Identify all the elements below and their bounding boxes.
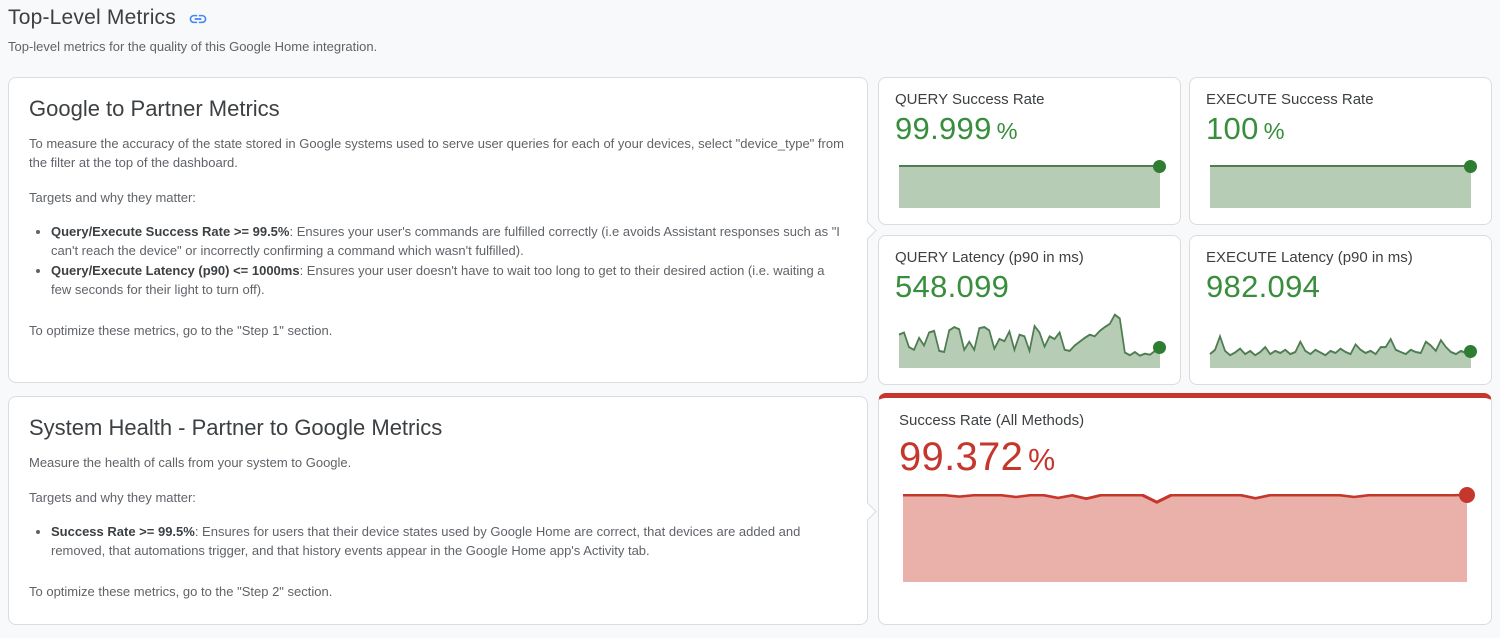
metric-unit: % <box>1264 118 1285 144</box>
left-column: Google to Partner Metrics To measure the… <box>8 77 868 625</box>
sparkline-endpoint-dot <box>1153 160 1166 173</box>
metric-value: 99.999% <box>895 111 1164 147</box>
page-header: Top-Level Metrics Top-level metrics for … <box>8 6 1492 54</box>
metric-title: QUERY Latency (p90 in ms) <box>895 249 1164 266</box>
metric-title: EXECUTE Latency (p90 in ms) <box>1206 249 1475 266</box>
targets-label: Targets and why they matter: <box>29 488 847 507</box>
metric-value: 548.099 <box>895 269 1164 305</box>
metric-unit: % <box>1028 443 1055 477</box>
google-to-partner-card: Google to Partner Metrics To measure the… <box>8 77 868 383</box>
query-success-rate-card: QUERY Success Rate 99.999% <box>878 77 1181 225</box>
bullet-item: Success Rate >= 99.5%: Ensures for users… <box>51 522 847 560</box>
execute-success-rate-card: EXECUTE Success Rate 100% <box>1189 77 1492 225</box>
page-title: Top-Level Metrics <box>8 6 176 30</box>
metric-value: 982.094 <box>1206 269 1475 305</box>
sparkline-chart[interactable] <box>903 492 1467 582</box>
metric-title: EXECUTE Success Rate <box>1206 91 1475 108</box>
sparkline-endpoint-dot <box>1464 160 1477 173</box>
footer-text: To optimize these metrics, go to the "St… <box>29 582 847 601</box>
bullet-item: Query/Execute Success Rate >= 99.5%: Ens… <box>51 222 847 260</box>
query-latency-card: QUERY Latency (p90 in ms) 548.099 <box>878 235 1181 385</box>
targets-bullet-list: Success Rate >= 99.5%: Ensures for users… <box>29 522 847 560</box>
bullet-item: Query/Execute Latency (p90) <= 1000ms: E… <box>51 261 847 299</box>
execute-latency-card: EXECUTE Latency (p90 in ms) 982.094 <box>1189 235 1492 385</box>
card-title: System Health - Partner to Google Metric… <box>29 415 847 441</box>
sparkline-endpoint-dot <box>1464 345 1477 358</box>
metric-value: 100% <box>1206 111 1475 147</box>
intro-text: Measure the health of calls from your sy… <box>29 453 847 472</box>
sparkline-chart[interactable] <box>1210 310 1471 368</box>
sparkline-chart[interactable] <box>899 164 1160 208</box>
intro-text: To measure the accuracy of the state sto… <box>29 134 847 172</box>
metric-value: 99.372% <box>899 435 1471 480</box>
success-rate-all-methods-card: Success Rate (All Methods) 99.372% <box>878 393 1492 625</box>
targets-label: Targets and why they matter: <box>29 188 847 207</box>
metric-title: Success Rate (All Methods) <box>899 412 1471 429</box>
page-subtitle: Top-level metrics for the quality of thi… <box>8 39 1492 54</box>
metric-title: QUERY Success Rate <box>895 91 1164 108</box>
metric-unit: % <box>997 118 1018 144</box>
sparkline-chart[interactable] <box>899 310 1160 368</box>
sparkline-endpoint-dot <box>1459 487 1475 503</box>
sparkline-chart[interactable] <box>1210 164 1471 208</box>
anchor-link-icon[interactable] <box>188 9 208 29</box>
card-title: Google to Partner Metrics <box>29 96 847 122</box>
system-health-card: System Health - Partner to Google Metric… <box>8 396 868 625</box>
sparkline-endpoint-dot <box>1153 341 1166 354</box>
right-column: QUERY Success Rate 99.999% EXECUTE Succe… <box>878 77 1492 625</box>
targets-bullet-list: Query/Execute Success Rate >= 99.5%: Ens… <box>29 222 847 299</box>
dashboard-content: Google to Partner Metrics To measure the… <box>8 77 1492 625</box>
footer-text: To optimize these metrics, go to the "St… <box>29 321 847 340</box>
